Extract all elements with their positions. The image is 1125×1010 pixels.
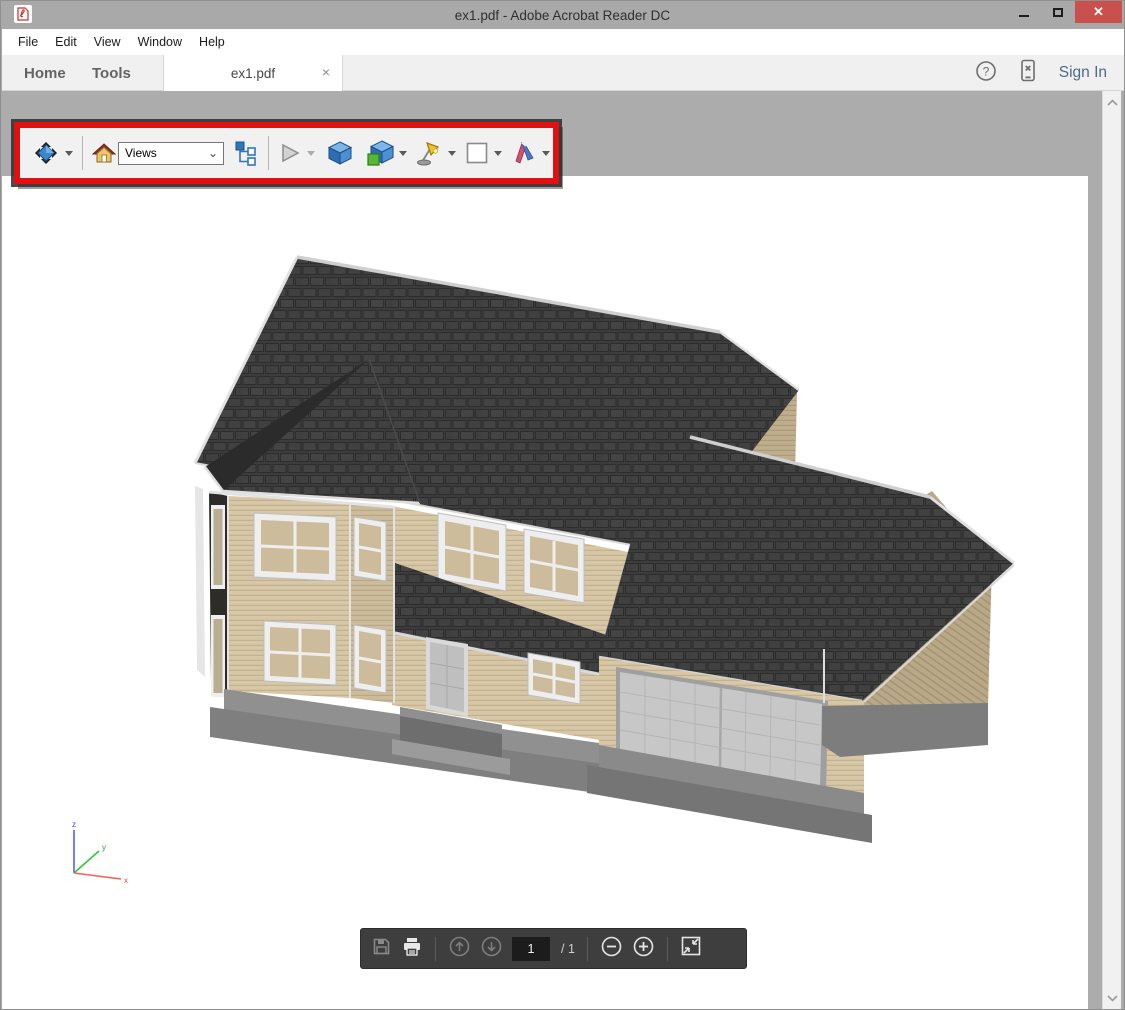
tab-bar: Home Tools ex1.pdf × ? Sign In: [2, 55, 1125, 91]
close-button[interactable]: ✕: [1075, 1, 1122, 23]
title-bar: ex1.pdf - Adobe Acrobat Reader DC ✕: [1, 1, 1124, 29]
zoom-in-button[interactable]: [632, 935, 655, 963]
zoom-out-button[interactable]: [600, 935, 623, 963]
chevron-down-icon[interactable]: [494, 151, 502, 156]
window-title: ex1.pdf - Adobe Acrobat Reader DC: [1, 8, 1124, 23]
tab-close-icon[interactable]: ×: [322, 64, 330, 80]
save-button[interactable]: [371, 936, 392, 962]
cross-section-button[interactable]: [511, 140, 550, 166]
sign-in-link[interactable]: Sign In: [1059, 64, 1107, 82]
svg-text:?: ?: [982, 64, 989, 78]
views-dropdown-value: Views: [125, 146, 157, 160]
help-icon[interactable]: ?: [975, 60, 997, 87]
first-floor-window: [528, 653, 580, 704]
svg-text:x: x: [124, 876, 128, 885]
page-total-label: / 1: [561, 942, 575, 956]
menu-help[interactable]: Help: [199, 35, 225, 49]
background-color-button[interactable]: [465, 141, 502, 165]
tab-document[interactable]: ex1.pdf ×: [163, 55, 343, 91]
views-dropdown[interactable]: Views ⌄: [118, 142, 224, 165]
vertical-scrollbar[interactable]: [1102, 91, 1121, 1010]
minimize-button[interactable]: [1007, 1, 1041, 23]
tab-tools[interactable]: Tools: [92, 55, 131, 91]
3d-model-house[interactable]: z y x: [2, 91, 1123, 1010]
menu-edit[interactable]: Edit: [55, 35, 77, 49]
send-to-mobile-icon[interactable]: [1019, 59, 1037, 87]
red-highlight-annotation: Views ⌄: [14, 122, 559, 184]
chevron-down-icon[interactable]: [448, 151, 456, 156]
toolbar-separator: [82, 136, 83, 170]
model-tree-button[interactable]: [234, 140, 259, 166]
render-mode-button[interactable]: [367, 140, 407, 167]
menu-window[interactable]: Window: [138, 35, 182, 49]
document-tab-label: ex1.pdf: [231, 66, 275, 81]
page-controls-toolbar: 1 / 1: [360, 928, 747, 969]
chevron-down-icon[interactable]: [399, 151, 407, 156]
chevron-down-icon: ⌄: [208, 146, 218, 160]
tab-home[interactable]: Home: [24, 55, 66, 91]
front-door: [426, 637, 468, 717]
chevron-down-icon[interactable]: [542, 151, 550, 156]
play-animation-button[interactable]: [278, 141, 315, 165]
print-button[interactable]: [401, 936, 423, 962]
previous-page-button[interactable]: [448, 935, 471, 963]
acrobat-window: ex1.pdf - Adobe Acrobat Reader DC ✕ File…: [0, 0, 1125, 1010]
svg-text:z: z: [72, 820, 76, 829]
lighting-button[interactable]: [416, 140, 456, 166]
fit-window-toggle-button[interactable]: [680, 935, 702, 962]
svg-text:y: y: [102, 843, 106, 852]
axis-triad: z y x: [72, 820, 128, 885]
default-view-home-button[interactable]: [92, 142, 116, 164]
scroll-up-button[interactable]: [1103, 94, 1122, 111]
chevron-down-icon[interactable]: [307, 151, 315, 156]
toolbar-separator: [667, 937, 668, 961]
toolbar-separator: [435, 937, 436, 961]
next-page-button[interactable]: [480, 935, 503, 963]
chevron-down-icon[interactable]: [65, 151, 73, 156]
toolbar-separator: [587, 937, 588, 961]
menu-view[interactable]: View: [94, 35, 121, 49]
3d-navigation-tool-button[interactable]: [32, 139, 73, 167]
use-perspective-projection-button[interactable]: [327, 140, 353, 166]
menu-file[interactable]: File: [18, 35, 38, 49]
maximize-button[interactable]: [1041, 1, 1075, 23]
3d-toolbar: Views ⌄: [20, 128, 553, 178]
scroll-down-button[interactable]: [1103, 990, 1122, 1007]
menu-bar: File Edit View Window Help: [2, 29, 1125, 55]
document-area: z y x: [2, 91, 1123, 1010]
toolbar-separator: [268, 136, 269, 170]
page-number-input[interactable]: 1: [512, 937, 550, 961]
